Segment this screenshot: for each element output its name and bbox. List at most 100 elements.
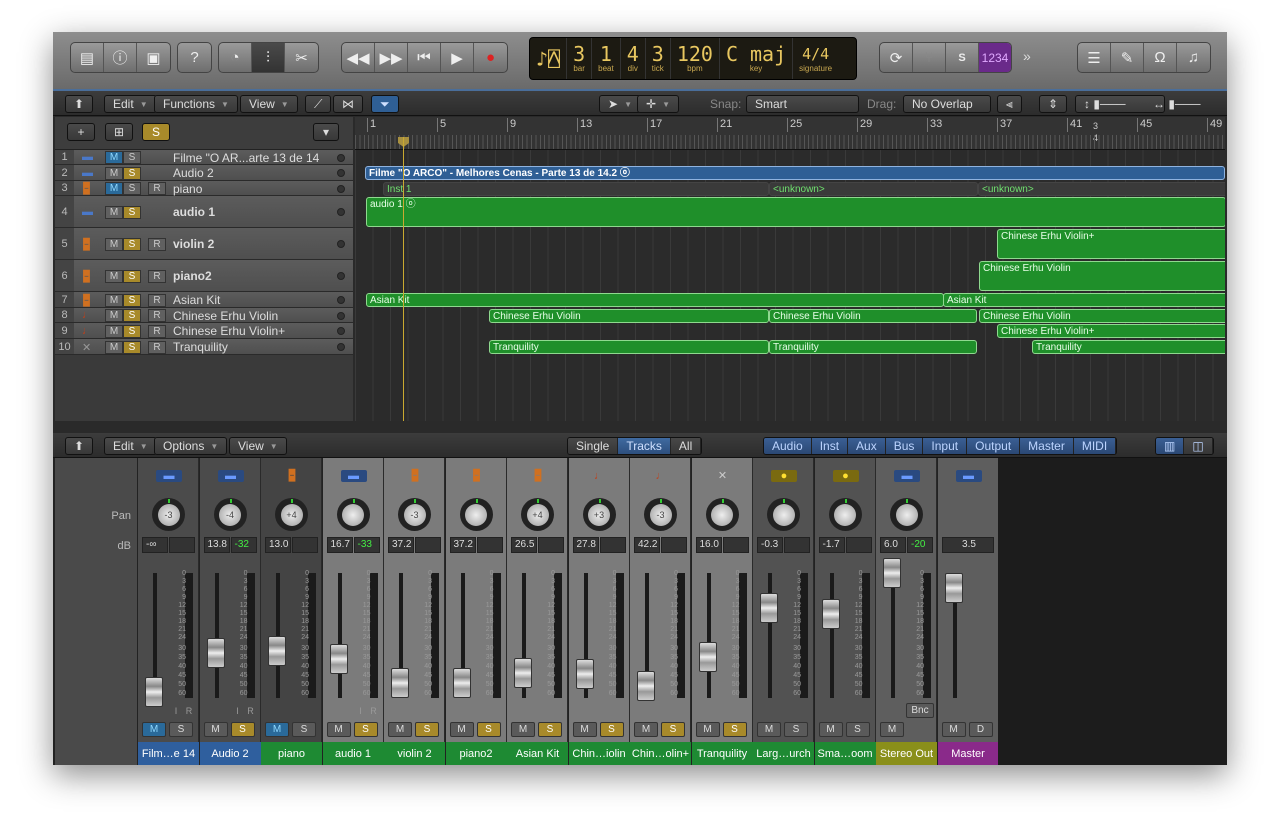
catch-filter-icon[interactable]: ⏷ <box>371 95 399 113</box>
bounce-button[interactable]: Bnc <box>906 703 934 718</box>
lcd-bpm[interactable]: 120 <box>677 44 713 64</box>
dropdown-icon[interactable]: ▾ <box>313 123 339 141</box>
pan-knob[interactable]: -4 <box>213 498 247 531</box>
record-enable-button[interactable]: R <box>183 705 195 717</box>
functions-menu[interactable]: Functions ▼ <box>154 95 238 113</box>
mute-button[interactable]: M <box>326 722 351 737</box>
volume-fader[interactable] <box>637 670 655 701</box>
region[interactable]: Chinese Erhu Violin <box>769 308 977 323</box>
mute-button[interactable]: M <box>105 340 123 354</box>
volume-fader[interactable] <box>452 668 471 698</box>
track-header[interactable]: 1 ▬ M S Filme "O AR...arte 13 de 14 <box>55 150 353 165</box>
volume-fader[interactable] <box>514 658 532 688</box>
volume-fader[interactable] <box>391 668 409 698</box>
track-header[interactable]: 5 🁢 M S Rviolin 2 <box>55 228 353 260</box>
pan-knob[interactable] <box>705 498 739 531</box>
region[interactable]: Tranquility <box>489 340 769 354</box>
track-header[interactable]: 8 ♩ M S R Chinese Erhu Violin <box>55 308 353 323</box>
track-header[interactable]: 3 🁢 M S Rpiano <box>55 181 353 196</box>
solo-button[interactable]: S <box>123 324 141 338</box>
record-enable-button[interactable]: R <box>148 324 166 338</box>
channel-name[interactable]: Sma…oom <box>814 742 876 765</box>
solo-button[interactable]: S <box>946 43 979 72</box>
mute-button[interactable]: M <box>511 722 535 737</box>
mute-button[interactable]: M <box>449 722 474 737</box>
pan-knob[interactable]: +4 <box>275 498 308 531</box>
help-icon[interactable]: ? <box>178 43 211 72</box>
channel-name[interactable]: Larg…urch <box>753 742 814 765</box>
region[interactable]: Asian Kit <box>366 293 944 307</box>
channel-name[interactable]: piano <box>261 742 322 765</box>
filter-master[interactable]: Master <box>1020 438 1074 454</box>
solo-button[interactable]: S <box>123 151 141 164</box>
solo-button[interactable]: S <box>123 309 141 322</box>
record-enable-button[interactable]: R <box>148 182 166 195</box>
region[interactable]: Chinese Erhu Violin <box>979 308 1225 323</box>
mute-button[interactable]: M <box>572 722 597 737</box>
mute-button[interactable]: M <box>757 722 781 737</box>
solo-button[interactable]: S <box>415 722 439 737</box>
volume-readout[interactable]: 26.5 <box>511 537 537 553</box>
mute-button[interactable]: M <box>105 293 123 307</box>
congas-icon[interactable]: 🁢 <box>464 470 490 482</box>
channel-name[interactable]: Film…e 14 <box>138 742 199 765</box>
track-name[interactable]: Tranquility <box>173 340 228 354</box>
folder-icon[interactable]: ⊞ <box>105 123 133 141</box>
volume-fader[interactable] <box>575 659 594 690</box>
back-icon[interactable]: ⬆ <box>65 95 94 113</box>
record-enable-button[interactable]: R <box>148 237 166 251</box>
volume-fader[interactable] <box>944 573 963 603</box>
region[interactable]: Chinese Erhu Violin+ <box>997 229 1225 259</box>
horizontal-zoom-slider[interactable]: ↔ ▮─── <box>1145 95 1223 113</box>
pan-knob[interactable] <box>828 498 862 531</box>
filter-audio[interactable]: Audio <box>764 438 812 454</box>
solo-button[interactable]: S <box>661 722 685 737</box>
track-name[interactable]: audio 1 <box>173 205 215 219</box>
congas-icon[interactable]: 🁢 <box>279 470 305 482</box>
solo-button[interactable]: S <box>353 722 378 737</box>
channel-name[interactable]: piano2 <box>445 742 507 765</box>
volume-fader[interactable] <box>883 558 901 588</box>
pan-knob[interactable]: -3 <box>644 498 677 531</box>
pan-knob[interactable] <box>336 498 370 531</box>
pan-knob[interactable] <box>767 498 800 531</box>
region[interactable]: Chinese Erhu Violin+ <box>997 324 1225 338</box>
mixer-icon[interactable]: ⫶ <box>252 43 285 72</box>
solo-button[interactable]: S <box>476 722 501 737</box>
solo-button[interactable]: S <box>292 722 316 737</box>
channel-name[interactable]: Master <box>937 742 999 765</box>
track-name[interactable]: Audio 2 <box>173 166 214 180</box>
mixer-view-menu[interactable]: View ▼ <box>229 437 287 455</box>
region[interactable]: Chinese Erhu Violin <box>979 261 1225 291</box>
solo-button[interactable]: S <box>123 293 141 307</box>
go-to-start-icon[interactable]: ⏮ <box>408 43 441 72</box>
add-track-button[interactable]: + <box>67 123 95 141</box>
fast-forward-icon[interactable]: ▶▶ <box>375 43 408 72</box>
mute-button[interactable]: M <box>105 205 123 219</box>
volume-fader[interactable] <box>821 599 840 630</box>
rewind-icon[interactable]: ◀◀ <box>342 43 375 72</box>
volume-readout[interactable]: -1.7 <box>818 537 845 553</box>
media-browser-icon[interactable]: ♫ <box>1177 43 1210 72</box>
solo-button[interactable]: S <box>538 722 562 737</box>
volume-readout[interactable]: 42.2 <box>634 537 660 553</box>
pan-knob[interactable]: +3 <box>582 498 616 531</box>
region[interactable]: <unknown> <box>769 181 978 196</box>
track-name[interactable]: piano <box>173 182 202 196</box>
volume-readout[interactable]: 16.7 <box>326 537 353 553</box>
filter-output[interactable]: Output <box>967 438 1021 454</box>
input-monitor-button[interactable]: I <box>355 705 367 717</box>
volume-fader[interactable] <box>698 641 717 672</box>
lcd-display[interactable]: ♪⍓ 3 bar 1 beat 4 div 3 tick 120 bpm C maj key… <box>529 37 857 80</box>
violin-icon[interactable]: ♩ <box>587 470 613 482</box>
mute-button[interactable]: M <box>105 309 123 322</box>
region[interactable]: Tranquility <box>769 340 977 354</box>
solo-button[interactable]: S <box>123 237 141 251</box>
track-header[interactable]: 7 🁢 M S R Asian Kit <box>55 292 353 308</box>
audio-icon[interactable]: ▬ <box>340 470 367 482</box>
global-solo-button[interactable]: S <box>142 123 170 141</box>
volume-readout[interactable]: 13.0 <box>265 537 291 553</box>
dim-button[interactable]: D <box>968 722 993 737</box>
view-menu[interactable]: View ▼ <box>240 95 298 113</box>
volume-readout[interactable]: 3.5 <box>941 537 994 553</box>
